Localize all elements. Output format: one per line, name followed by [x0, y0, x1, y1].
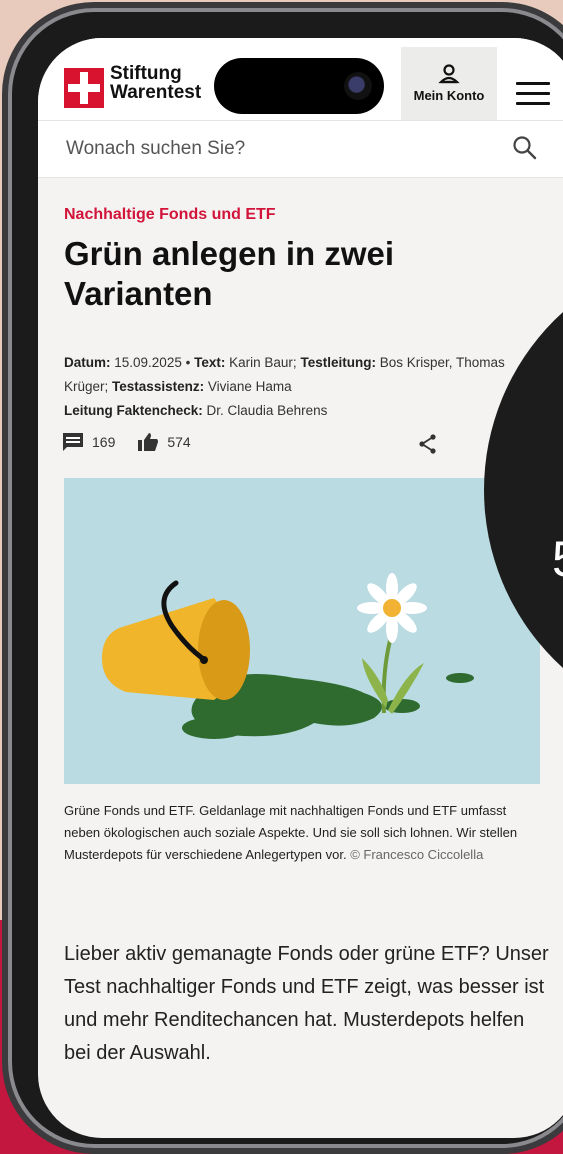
comment-count: 169: [92, 434, 116, 450]
article-headline: Grün anlegen in zwei Varianten: [64, 235, 395, 312]
site-header: Stiftung Warentest Mein Konto: [38, 38, 563, 120]
article-meta: Datum: 15.09.2025 • Text: Karin Baur; Te…: [64, 355, 505, 418]
article-category[interactable]: Nachhaltige Fonds und ETF: [64, 206, 276, 224]
search-input[interactable]: [64, 131, 488, 167]
search-icon[interactable]: [512, 135, 538, 161]
camera-icon: [344, 72, 372, 100]
article-stats: 169 574: [62, 432, 213, 452]
comment-icon[interactable]: [62, 432, 84, 452]
account-button[interactable]: Mein Konto: [401, 47, 497, 120]
article-illustration: [64, 478, 540, 784]
image-credit: © Francesco Ciccolella: [350, 847, 484, 862]
dynamic-island: [214, 58, 384, 114]
article-lead: Lieber aktiv gemanagte Fonds oder grüne …: [64, 943, 549, 1064]
user-icon: [438, 64, 460, 84]
thumbs-up-icon[interactable]: [137, 432, 159, 452]
search-bar: [38, 120, 563, 178]
overlay-digit: 5: [552, 530, 563, 588]
site-logo-text[interactable]: Stiftung Warentest: [110, 64, 201, 102]
hamburger-icon[interactable]: [516, 82, 550, 105]
phone-screen: Stiftung Warentest Mein Konto Wonach suc…: [38, 38, 563, 1138]
account-label: Mein Konto: [413, 88, 485, 103]
like-count: 574: [167, 434, 191, 450]
share-icon[interactable]: [418, 434, 438, 454]
stiftung-warentest-logo-icon[interactable]: [64, 68, 104, 108]
image-caption: Grüne Fonds und ETF. Geldanlage mit nach…: [64, 803, 518, 862]
phone-frame: Stiftung Warentest Mein Konto Wonach suc…: [8, 8, 563, 1148]
